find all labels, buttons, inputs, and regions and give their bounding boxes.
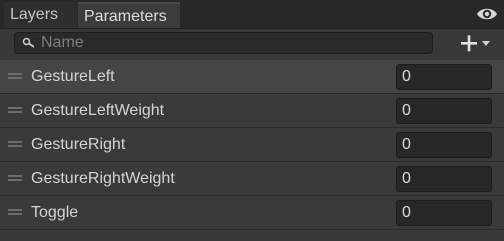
tab-layers[interactable]: Layers	[4, 2, 77, 28]
parameter-value-field[interactable]	[396, 166, 492, 192]
parameter-value-field[interactable]	[396, 98, 492, 124]
plus-icon	[461, 35, 477, 52]
parameter-name: GestureLeftWeight	[31, 102, 165, 119]
add-parameter-button[interactable]	[456, 32, 498, 54]
drag-handle-icon[interactable]	[8, 107, 22, 113]
parameter-value-field[interactable]	[396, 64, 492, 90]
parameter-value-field[interactable]	[396, 200, 492, 226]
parameter-row[interactable]: GestureRightWeight	[0, 162, 504, 196]
drag-handle-icon[interactable]	[8, 175, 22, 181]
parameter-name: GestureLeft	[31, 68, 115, 85]
parameters-toolbar	[0, 29, 504, 61]
drag-handle-icon[interactable]	[8, 209, 22, 215]
tab-parameters[interactable]: Parameters	[78, 2, 180, 28]
drag-handle-icon[interactable]	[8, 141, 22, 147]
parameter-list: GestureLeft GestureLeftWeight GestureRig…	[0, 60, 504, 230]
search-field[interactable]	[14, 32, 433, 54]
parameter-name: GestureRight	[31, 136, 126, 153]
parameter-name: GestureRightWeight	[31, 170, 175, 187]
parameter-name: Toggle	[31, 204, 79, 221]
eye-icon[interactable]	[476, 5, 498, 23]
search-input[interactable]	[41, 33, 421, 53]
caret-down-icon	[482, 41, 490, 46]
parameter-row[interactable]: GestureLeft	[0, 60, 504, 94]
animator-parameters-panel: Layers Parameters GestureLeft	[0, 0, 504, 241]
search-icon	[22, 37, 35, 48]
panel-tab-bar: Layers Parameters	[0, 0, 504, 29]
parameter-row[interactable]: GestureRight	[0, 128, 504, 162]
parameter-row[interactable]: GestureLeftWeight	[0, 94, 504, 128]
parameter-row[interactable]: Toggle	[0, 196, 504, 230]
parameter-value-field[interactable]	[396, 132, 492, 158]
drag-handle-icon[interactable]	[8, 73, 22, 79]
